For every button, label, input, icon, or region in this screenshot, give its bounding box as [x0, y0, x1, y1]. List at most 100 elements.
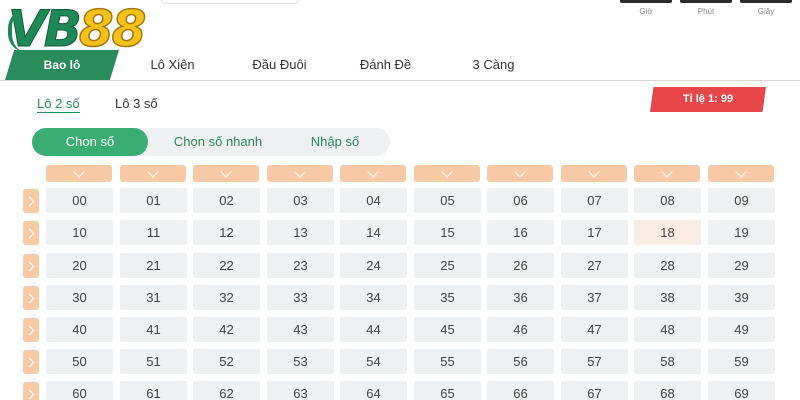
column-select-toggle[interactable] — [267, 165, 333, 182]
row-select-toggle[interactable] — [23, 382, 39, 400]
mode-chon-so[interactable]: Chọn số — [32, 128, 148, 156]
number-cell[interactable]: 27 — [561, 253, 628, 278]
number-cell[interactable]: 58 — [634, 349, 701, 374]
row-select-toggle[interactable] — [23, 189, 39, 213]
number-cell[interactable]: 46 — [487, 317, 554, 342]
number-cell[interactable]: 62 — [193, 381, 260, 400]
row-select-toggle[interactable] — [23, 221, 39, 245]
number-cell[interactable]: 14 — [340, 220, 407, 245]
number-cell[interactable]: 09 — [708, 188, 775, 213]
vb88-logo[interactable]: VB 88 — [8, 0, 148, 59]
number-cell[interactable]: 56 — [487, 349, 554, 374]
subtab-lo-2-so[interactable]: Lô 2 số — [37, 96, 80, 113]
number-cell[interactable]: 23 — [267, 253, 334, 278]
number-cell[interactable]: 07 — [561, 188, 628, 213]
number-cell[interactable]: 50 — [46, 349, 113, 374]
number-cell[interactable]: 31 — [120, 285, 187, 310]
number-cell[interactable]: 49 — [708, 317, 775, 342]
number-cell[interactable]: 06 — [487, 188, 554, 213]
number-cell[interactable]: 51 — [120, 349, 187, 374]
number-cell[interactable]: 33 — [267, 285, 334, 310]
number-cell[interactable]: 42 — [193, 317, 260, 342]
number-cell[interactable]: 66 — [487, 381, 554, 400]
number-cell[interactable]: 53 — [267, 349, 334, 374]
number-cell[interactable]: 08 — [634, 188, 701, 213]
number-cell[interactable]: 04 — [340, 188, 407, 213]
number-cell[interactable]: 16 — [487, 220, 554, 245]
number-cell[interactable]: 25 — [414, 253, 481, 278]
number-cell[interactable]: 48 — [634, 317, 701, 342]
number-cell[interactable]: 41 — [120, 317, 187, 342]
number-cell[interactable]: 02 — [193, 188, 260, 213]
column-select-toggle[interactable] — [193, 165, 259, 182]
number-cell[interactable]: 00 — [46, 188, 113, 213]
number-cell[interactable]: 21 — [120, 253, 187, 278]
number-cell[interactable]: 15 — [414, 220, 481, 245]
number-cell[interactable]: 32 — [193, 285, 260, 310]
column-select-toggle[interactable] — [46, 165, 112, 182]
number-cell[interactable]: 29 — [708, 253, 775, 278]
number-cell[interactable]: 65 — [414, 381, 481, 400]
tab-lo-xien[interactable]: Lô Xiên — [125, 50, 220, 80]
row-select-toggle[interactable] — [23, 286, 39, 310]
column-select-toggle[interactable] — [708, 165, 774, 182]
column-select-toggle[interactable] — [120, 165, 186, 182]
number-cell[interactable]: 40 — [46, 317, 113, 342]
number-cell[interactable]: 10 — [46, 220, 113, 245]
number-cell[interactable]: 38 — [634, 285, 701, 310]
number-cell[interactable]: 22 — [193, 253, 260, 278]
column-select-toggle[interactable] — [634, 165, 700, 182]
number-cell[interactable]: 18 — [634, 220, 701, 245]
number-cell[interactable]: 11 — [120, 220, 187, 245]
number-cell[interactable]: 12 — [193, 220, 260, 245]
row-select-toggle[interactable] — [23, 318, 39, 342]
number-cell[interactable]: 54 — [340, 349, 407, 374]
number-cell[interactable]: 47 — [561, 317, 628, 342]
tab-dau-duoi[interactable]: Đầu Đuôi — [232, 50, 327, 80]
number-cell[interactable]: 17 — [561, 220, 628, 245]
column-select-toggle[interactable] — [414, 165, 480, 182]
number-cell[interactable]: 24 — [340, 253, 407, 278]
column-select-toggle[interactable] — [340, 165, 406, 182]
number-cell[interactable]: 26 — [487, 253, 554, 278]
number-cell[interactable]: 60 — [46, 381, 113, 400]
number-cell[interactable]: 30 — [46, 285, 113, 310]
number-cell[interactable]: 61 — [120, 381, 187, 400]
mode-chon-so-nhanh[interactable]: Chọn số nhanh — [156, 128, 280, 156]
number-cell[interactable]: 68 — [634, 381, 701, 400]
number-cell[interactable]: 28 — [634, 253, 701, 278]
number-cell[interactable]: 45 — [414, 317, 481, 342]
tab-bao-lo[interactable]: Bao lô — [5, 50, 119, 80]
number-cell[interactable]: 37 — [561, 285, 628, 310]
number-cell[interactable]: 55 — [414, 349, 481, 374]
number-cell[interactable]: 57 — [561, 349, 628, 374]
number-cell[interactable]: 13 — [267, 220, 334, 245]
tab-danh-de[interactable]: Đánh Đề — [338, 50, 433, 80]
number-cell[interactable]: 64 — [340, 381, 407, 400]
number-cell[interactable]: 39 — [708, 285, 775, 310]
countdown-timer: Giờ Phút Giây — [620, 0, 792, 16]
mode-nhap-so[interactable]: Nhập số — [288, 128, 382, 156]
number-cell[interactable]: 03 — [267, 188, 334, 213]
number-cell[interactable]: 19 — [708, 220, 775, 245]
number-cell[interactable]: 63 — [267, 381, 334, 400]
number-cell[interactable]: 35 — [414, 285, 481, 310]
column-select-toggle[interactable] — [487, 165, 553, 182]
tab-3-cang[interactable]: 3 Càng — [446, 50, 541, 80]
number-cell[interactable]: 05 — [414, 188, 481, 213]
number-cell[interactable]: 67 — [561, 381, 628, 400]
row-select-toggle[interactable] — [23, 254, 39, 278]
number-cell[interactable]: 20 — [46, 253, 113, 278]
number-cell[interactable]: 43 — [267, 317, 334, 342]
subtab-lo-3-so[interactable]: Lô 3 số — [115, 96, 158, 111]
column-select-toggle[interactable] — [561, 165, 627, 182]
number-cell[interactable]: 01 — [120, 188, 187, 213]
number-cell[interactable]: 36 — [487, 285, 554, 310]
number-cell[interactable]: 59 — [708, 349, 775, 374]
number-cell[interactable]: 44 — [340, 317, 407, 342]
number-cell[interactable]: 69 — [708, 381, 775, 400]
top-search-bar[interactable] — [160, 0, 300, 4]
number-cell[interactable]: 34 — [340, 285, 407, 310]
number-cell[interactable]: 52 — [193, 349, 260, 374]
row-select-toggle[interactable] — [23, 350, 39, 374]
